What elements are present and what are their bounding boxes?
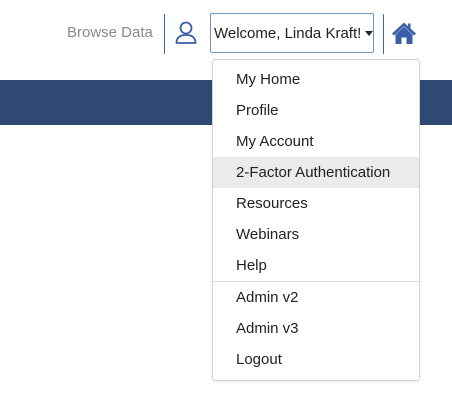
menu-item-admin-v3[interactable]: Admin v3: [213, 313, 419, 344]
user-menu-button[interactable]: Welcome, Linda Kraft!: [210, 13, 374, 53]
menu-item-logout[interactable]: Logout: [213, 344, 419, 375]
user-outline-icon-svg: [175, 21, 197, 44]
menu-item-profile[interactable]: Profile: [213, 95, 419, 126]
menu-item-my-account[interactable]: My Account: [213, 126, 419, 157]
home-icon[interactable]: [391, 21, 417, 45]
caret-down-icon: [365, 31, 373, 36]
menu-item-admin-v2[interactable]: Admin v2: [213, 282, 419, 313]
user-dropdown-menu: My Home Profile My Account 2-Factor Auth…: [212, 59, 420, 381]
menu-item-my-home[interactable]: My Home: [213, 64, 419, 95]
welcome-label: Welcome, Linda Kraft!: [214, 25, 362, 42]
top-header: Browse Data Welcome, Linda Kraft!: [0, 0, 452, 66]
user-icon[interactable]: [175, 21, 197, 45]
page: Browse Data Welcome, Linda Kraft! My Hom…: [0, 0, 452, 396]
home-icon-svg: [392, 22, 416, 44]
menu-item-help[interactable]: Help: [213, 250, 419, 281]
menu-item-webinars[interactable]: Webinars: [213, 219, 419, 250]
header-divider-right: [383, 14, 384, 54]
menu-item-2-factor-authentication[interactable]: 2-Factor Authentication: [213, 157, 419, 188]
browse-data-link[interactable]: Browse Data: [67, 24, 153, 42]
menu-item-resources[interactable]: Resources: [213, 188, 419, 219]
header-divider: [164, 14, 165, 54]
